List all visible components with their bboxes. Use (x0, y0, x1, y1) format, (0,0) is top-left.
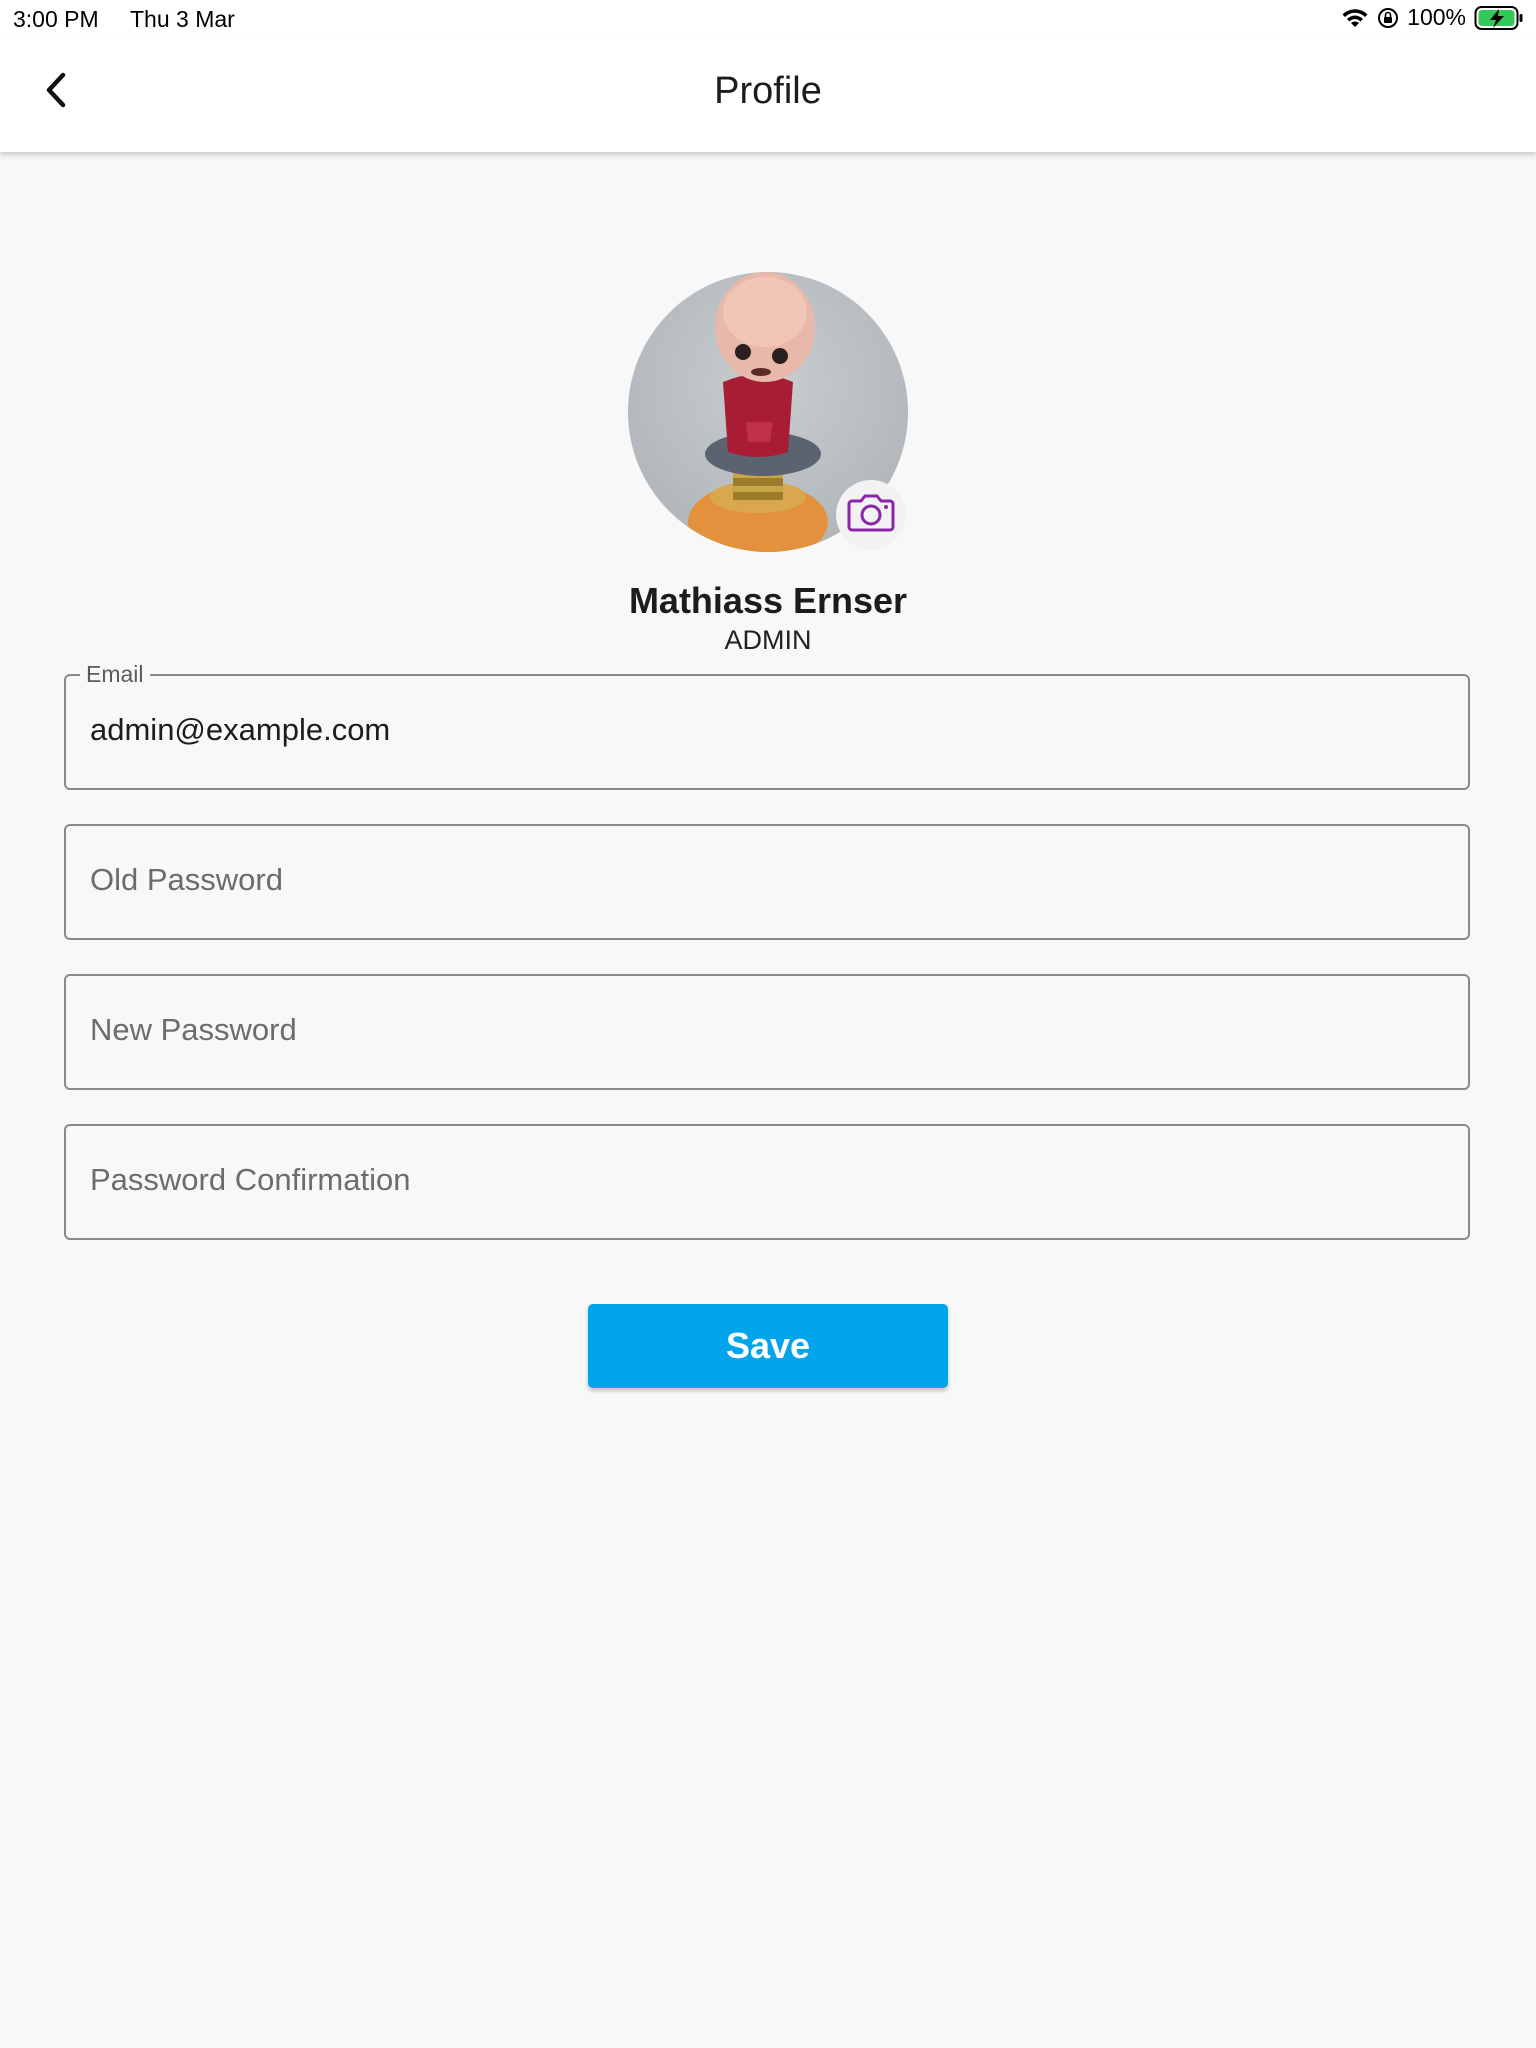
email-value: admin@example.com (90, 712, 391, 747)
status-time: 3:00 PM (13, 6, 99, 32)
change-photo-button[interactable] (836, 480, 906, 550)
page-title: Profile (714, 70, 822, 112)
camera-icon (846, 493, 896, 538)
status-date: Thu 3 Mar (130, 6, 235, 32)
old-password-placeholder: Old Password (90, 862, 283, 897)
app-bar: Profile (0, 40, 1536, 152)
wifi-icon (1341, 7, 1369, 29)
email-field-label: Email (80, 661, 150, 688)
user-name: Mathiass Ernser (628, 580, 908, 621)
email-field[interactable]: Email admin@example.com (64, 661, 1470, 790)
battery-percentage: 100% (1407, 4, 1466, 30)
save-button[interactable]: Save (588, 1304, 948, 1388)
new-password-field[interactable]: New Password (64, 974, 1470, 1090)
orientation-lock-icon (1377, 7, 1399, 29)
password-confirmation-field[interactable]: Password Confirmation (64, 1124, 1470, 1240)
status-bar: 3:00 PM Thu 3 Mar 100% (0, 0, 1536, 40)
status-indicators: 100% (1341, 4, 1524, 31)
new-password-placeholder: New Password (90, 1012, 297, 1047)
old-password-field[interactable]: Old Password (64, 824, 1470, 940)
user-role: ADMIN (724, 625, 812, 655)
password-confirmation-placeholder: Password Confirmation (90, 1162, 411, 1197)
battery-charging-icon (1474, 5, 1524, 31)
